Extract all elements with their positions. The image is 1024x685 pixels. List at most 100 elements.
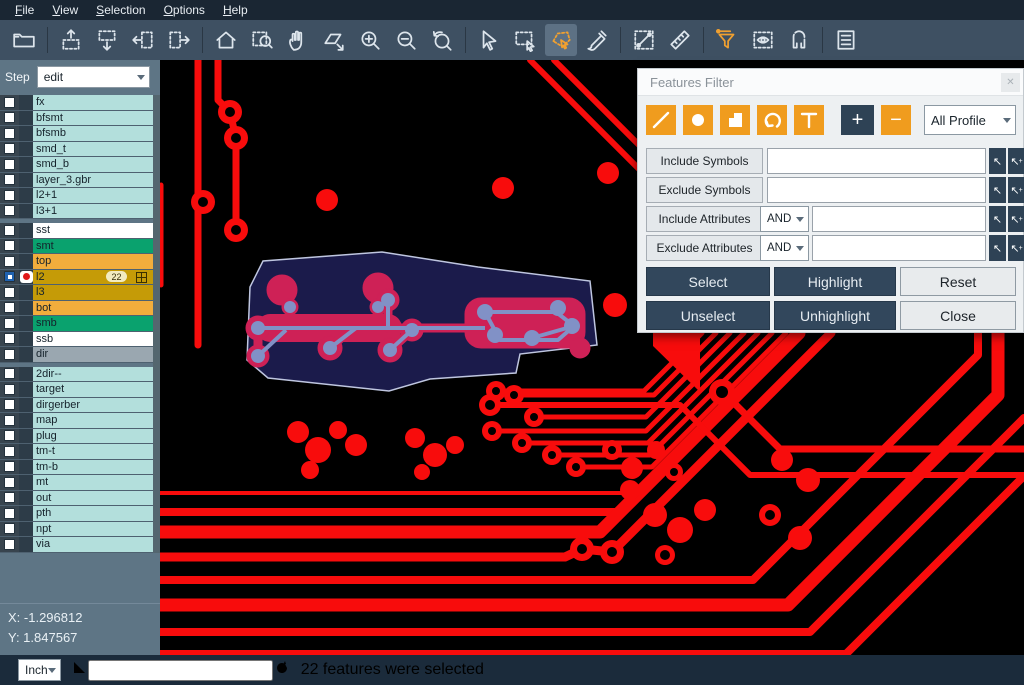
layer-row-bfsmb[interactable]: bfsmb xyxy=(0,126,160,142)
layer-name-plug[interactable]: plug xyxy=(33,429,153,444)
include-symbols-input[interactable] xyxy=(767,148,986,174)
snap-angle-icon[interactable] xyxy=(71,659,88,681)
menu-item-file[interactable]: File xyxy=(6,1,43,19)
layer-row-l2+1[interactable]: l2+1 xyxy=(0,188,160,204)
layer-checkbox-dirgerber[interactable] xyxy=(4,399,15,410)
layer-row-ssb[interactable]: ssb xyxy=(0,332,160,348)
layer-name-dir[interactable]: dir xyxy=(33,347,153,362)
units-select[interactable]: Inch xyxy=(18,659,61,681)
layer-checkbox-sst[interactable] xyxy=(4,225,15,236)
exclude-symbols-input[interactable] xyxy=(767,177,986,203)
layer-checkbox-smd_b[interactable] xyxy=(4,159,15,170)
layer-name-dirgerber[interactable]: dirgerber xyxy=(33,398,153,413)
layer-name-smb[interactable]: smb xyxy=(33,316,153,331)
layer-name-bot[interactable]: bot xyxy=(33,301,153,316)
active-layer-cell[interactable] xyxy=(19,413,33,428)
filter-pad-button[interactable] xyxy=(683,105,713,135)
layer-name-smt[interactable]: smt xyxy=(33,239,153,254)
menu-item-selection[interactable]: Selection xyxy=(87,1,154,19)
layer-row-2dir--[interactable]: 2dir-- xyxy=(0,367,160,383)
exclude-attributes-input[interactable] xyxy=(812,235,986,261)
active-layer-cell[interactable] xyxy=(19,254,33,269)
active-layer-cell[interactable] xyxy=(19,157,33,172)
reset-button[interactable]: Reset xyxy=(900,267,1016,296)
layer-checkbox-bot[interactable] xyxy=(4,302,15,313)
active-layer-cell[interactable] xyxy=(19,506,33,521)
layer-checkbox-l2+1[interactable] xyxy=(4,190,15,201)
remove-filter-button[interactable]: − xyxy=(881,105,911,135)
layer-list-scroll-strip[interactable] xyxy=(153,95,160,553)
filter-line-button[interactable] xyxy=(646,105,676,135)
layer-row-l2[interactable]: l222 xyxy=(0,270,160,286)
pan-left-button[interactable] xyxy=(127,24,159,56)
layer-row-layer_3.gbr[interactable]: layer_3.gbr xyxy=(0,173,160,189)
layer-row-smd_b[interactable]: smd_b xyxy=(0,157,160,173)
layer-checkbox-map[interactable] xyxy=(4,415,15,426)
layer-checkbox-smd_t[interactable] xyxy=(4,143,15,154)
pick-add-symbol-button[interactable]: ↖+ xyxy=(1008,148,1024,174)
layer-row-l3[interactable]: l3 xyxy=(0,285,160,301)
dialog-close-button[interactable]: ✕ xyxy=(1001,73,1020,92)
active-layer-cell[interactable] xyxy=(19,239,33,254)
active-layer-cell[interactable] xyxy=(19,332,33,347)
report-panel-button[interactable] xyxy=(830,24,862,56)
layer-checkbox-plug[interactable] xyxy=(4,430,15,441)
layer-checkbox-pth[interactable] xyxy=(4,508,15,519)
layer-row-plug[interactable]: plug xyxy=(0,429,160,445)
layer-name-tm-b[interactable]: tm-b xyxy=(33,460,153,475)
active-layer-cell[interactable] xyxy=(19,285,33,300)
layer-row-bot[interactable]: bot xyxy=(0,301,160,317)
active-layer-cell[interactable] xyxy=(19,270,33,285)
polygon-select-button[interactable] xyxy=(545,24,577,56)
exclude-attributes-button[interactable]: Exclude Attributes xyxy=(646,235,763,261)
layer-row-smt[interactable]: smt xyxy=(0,239,160,255)
add-filter-button[interactable]: + xyxy=(841,105,874,135)
include-symbols-button[interactable]: Include Symbols xyxy=(646,148,763,174)
zoom-out-button[interactable] xyxy=(390,24,422,56)
active-layer-cell[interactable] xyxy=(19,475,33,490)
layer-name-l2[interactable]: l222 xyxy=(33,270,153,285)
layer-row-dir[interactable]: dir xyxy=(0,347,160,363)
zoom-previous-button[interactable] xyxy=(426,24,458,56)
pan-hand-button[interactable] xyxy=(282,24,314,56)
active-layer-cell[interactable] xyxy=(19,95,33,110)
layer-name-target[interactable]: target xyxy=(33,382,153,397)
pick-symbol-button[interactable]: ↖ xyxy=(989,177,1006,203)
unhighlight-button[interactable]: Unhighlight xyxy=(774,301,896,330)
layer-checkbox-l3[interactable] xyxy=(4,287,15,298)
active-layer-cell[interactable] xyxy=(19,382,33,397)
layer-checkbox-via[interactable] xyxy=(4,539,15,550)
layer-name-map[interactable]: map xyxy=(33,413,153,428)
layer-name-smd_t[interactable]: smd_t xyxy=(33,142,153,157)
layer-name-l3[interactable]: l3 xyxy=(33,285,153,300)
layer-checkbox-smb[interactable] xyxy=(4,318,15,329)
select-button[interactable]: Select xyxy=(646,267,770,296)
layer-name-2dir--[interactable]: 2dir-- xyxy=(33,367,153,382)
active-layer-cell[interactable] xyxy=(19,347,33,362)
layer-checkbox-2dir--[interactable] xyxy=(4,368,15,379)
layer-row-out[interactable]: out xyxy=(0,491,160,507)
view-box-button[interactable] xyxy=(747,24,779,56)
zoom-window-button[interactable] xyxy=(246,24,278,56)
layer-checkbox-l3+1[interactable] xyxy=(4,205,15,216)
layer-row-sst[interactable]: sst xyxy=(0,223,160,239)
active-layer-cell[interactable] xyxy=(19,173,33,188)
layer-checkbox-ssb[interactable] xyxy=(4,333,15,344)
active-layer-cell[interactable] xyxy=(19,223,33,238)
exclude-symbols-button[interactable]: Exclude Symbols xyxy=(646,177,763,203)
profile-select[interactable]: All Profile xyxy=(924,105,1016,135)
menu-item-help[interactable]: Help xyxy=(214,1,257,19)
layer-checkbox-smt[interactable] xyxy=(4,240,15,251)
layer-name-ssb[interactable]: ssb xyxy=(33,332,153,347)
layer-checkbox-tm-t[interactable] xyxy=(4,446,15,457)
active-layer-cell[interactable] xyxy=(19,491,33,506)
layer-name-tm-t[interactable]: tm-t xyxy=(33,444,153,459)
layer-row-smd_t[interactable]: smd_t xyxy=(0,142,160,158)
layer-name-layer_3.gbr[interactable]: layer_3.gbr xyxy=(33,173,153,188)
active-layer-cell[interactable] xyxy=(19,522,33,537)
pick-symbol-button[interactable]: ↖ xyxy=(989,148,1006,174)
layer-row-via[interactable]: via xyxy=(0,537,160,553)
filter-surface-button[interactable] xyxy=(720,105,750,135)
active-layer-cell[interactable] xyxy=(19,367,33,382)
layer-row-smb[interactable]: smb xyxy=(0,316,160,332)
